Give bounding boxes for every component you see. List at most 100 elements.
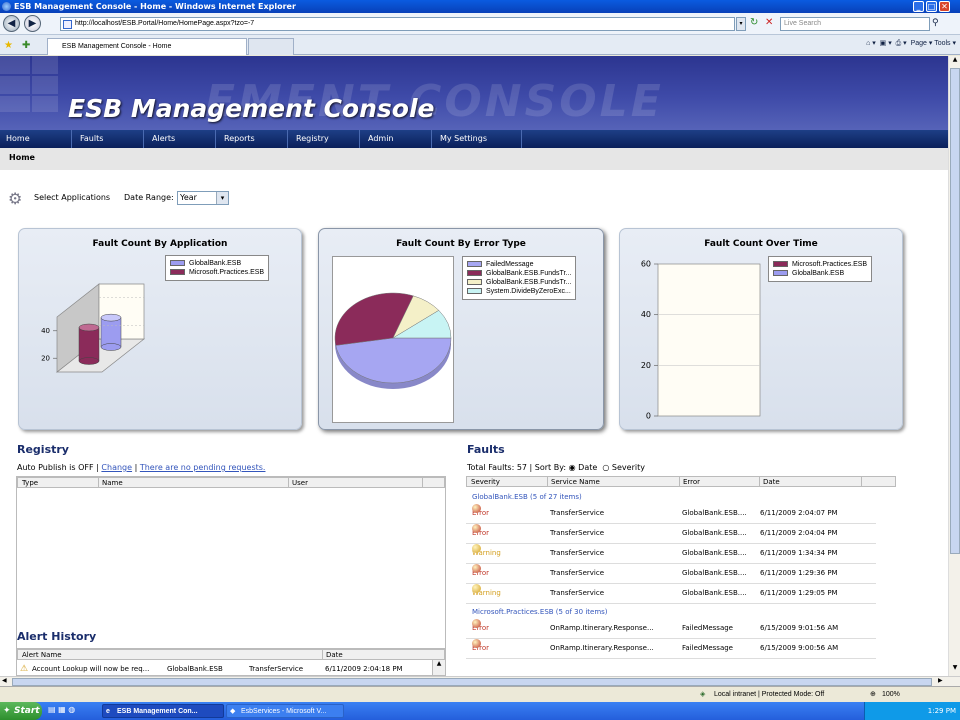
- alert-row[interactable]: ⚠ Account Lookup will now be req... Glob…: [17, 662, 431, 675]
- fault-group-header[interactable]: GlobalBank.ESB (5 of 27 items): [472, 493, 582, 501]
- column-severity[interactable]: Severity: [471, 477, 500, 487]
- scroll-left-icon[interactable]: ◀: [2, 677, 7, 684]
- start-label: Start: [14, 706, 40, 716]
- start-button[interactable]: ✦ Start: [0, 702, 42, 720]
- chart-legend: Microsoft.Practices.ESB GlobalBank.ESB: [768, 256, 873, 282]
- scroll-up-icon[interactable]: ▲: [950, 56, 960, 66]
- sort-severity-radio[interactable]: ○: [602, 463, 609, 472]
- live-search-input[interactable]: Live Search: [780, 17, 930, 31]
- y-tick-label: 20: [641, 361, 651, 370]
- fault-row[interactable]: Error OnRamp.Itinerary.Response... FailedM…: [466, 619, 876, 639]
- y-tick-label: 0: [646, 412, 651, 421]
- fault-date: 6/15/2009 9:01:56 AM: [760, 624, 839, 632]
- menu-my-settings[interactable]: My Settings: [432, 130, 522, 148]
- zoom-level[interactable]: 100%: [882, 687, 900, 702]
- fault-row[interactable]: Error TransferService GlobalBank.ESB.... 6/…: [466, 564, 876, 584]
- maximize-button[interactable]: □: [926, 1, 937, 12]
- fault-service: TransferService: [550, 549, 605, 557]
- menu-admin[interactable]: Admin: [360, 130, 432, 148]
- forward-button[interactable]: ▶: [24, 15, 41, 32]
- tab-bar: ★ ✚ ESB Management Console - Home ⌂ ▾ ▣ …: [0, 35, 960, 55]
- bar-Microsoft.Practices.ESB: [78, 327, 100, 362]
- error-icon: [472, 524, 481, 533]
- menu-reports[interactable]: Reports: [216, 130, 288, 148]
- column-date[interactable]: Date: [763, 477, 780, 487]
- fault-row[interactable]: Warning TransferService GlobalBank.ESB....…: [466, 584, 876, 604]
- panel-title: Fault Count By Error Type: [396, 239, 526, 249]
- favorites-star-icon[interactable]: ★: [4, 40, 13, 51]
- fault-row[interactable]: Warning TransferService GlobalBank.ESB....…: [466, 544, 876, 564]
- add-favorites-icon[interactable]: ✚: [22, 40, 30, 51]
- warning-icon: ⚠: [20, 664, 29, 674]
- task-esb-console[interactable]: e ESB Management Con...: [102, 704, 224, 718]
- minimize-button[interactable]: _: [913, 1, 924, 12]
- fault-error: GlobalBank.ESB....: [682, 569, 747, 577]
- new-tab-button[interactable]: [248, 38, 294, 55]
- fault-row[interactable]: Error OnRamp.Itinerary.Response... FailedM…: [466, 639, 876, 659]
- stop-icon[interactable]: ✕: [765, 17, 777, 31]
- y-tick-label: 20: [41, 354, 50, 362]
- url-input[interactable]: http://localhost/ESB.Portal/Home/HomePag…: [60, 17, 735, 31]
- fault-date: 6/11/2009 2:04:04 PM: [760, 529, 838, 537]
- sort-severity-label: Severity: [611, 463, 645, 472]
- tab-label: ESB Management Console - Home: [62, 43, 172, 50]
- fault-row[interactable]: Error TransferService GlobalBank.ESB.... 6/…: [466, 504, 876, 524]
- windows-logo-icon: ✦: [3, 706, 11, 716]
- search-icon[interactable]: ⚲: [932, 17, 946, 31]
- menu-faults[interactable]: Faults: [72, 130, 144, 148]
- horizontal-scroll-thumb[interactable]: [12, 678, 932, 686]
- menu-registry[interactable]: Registry: [288, 130, 360, 148]
- fault-severity: Warning: [472, 544, 501, 563]
- alert-scroll-up[interactable]: ▲: [432, 660, 445, 675]
- fault-group-header[interactable]: Microsoft.Practices.ESB (5 of 30 items): [472, 608, 608, 616]
- vertical-scroll-thumb[interactable]: [950, 68, 960, 554]
- print-icon[interactable]: ⎙ ▾: [896, 40, 907, 47]
- error-icon: [472, 564, 481, 573]
- main-menu: Home Faults Alerts Reports Registry Admi…: [0, 130, 948, 148]
- command-bar[interactable]: ⌂ ▾ ▣ ▾ ⎙ ▾ Page ▾ Tools ▾: [866, 39, 956, 48]
- menu-home[interactable]: Home: [0, 130, 72, 148]
- window-title-bar: ESB Management Console - Home - Windows …: [0, 0, 960, 13]
- column-service-name[interactable]: Service Name: [551, 477, 600, 487]
- refresh-icon[interactable]: ↻: [750, 17, 762, 31]
- zone-status[interactable]: Local intranet | Protected Mode: Off: [714, 687, 824, 702]
- chevron-down-icon[interactable]: ▾: [216, 192, 228, 204]
- scroll-down-icon[interactable]: ▼: [950, 664, 960, 674]
- select-applications-link[interactable]: Select Applications: [34, 188, 110, 208]
- vertical-scrollbar[interactable]: ▲ ▼: [948, 56, 960, 676]
- fault-date: 6/11/2009 1:29:05 PM: [760, 589, 838, 597]
- close-button[interactable]: ✕: [939, 1, 950, 12]
- commands-label[interactable]: Page ▾ Tools ▾: [911, 40, 956, 47]
- url-dropdown-icon[interactable]: ▾: [736, 17, 746, 31]
- alert-date: 6/11/2009 2:04:18 PM: [325, 665, 403, 673]
- date-range-select[interactable]: Year ▾: [177, 191, 229, 205]
- scroll-right-icon[interactable]: ▶: [938, 677, 943, 684]
- column-error[interactable]: Error: [683, 477, 700, 487]
- home-icon[interactable]: ⌂ ▾: [866, 40, 876, 47]
- column-alert-name[interactable]: Alert Name: [22, 650, 62, 660]
- menu-registry-label: Registry: [296, 134, 329, 143]
- feeds-icon[interactable]: ▣ ▾: [880, 40, 892, 47]
- zoom-icon[interactable]: ⊕: [870, 687, 876, 702]
- chart-legend: FailedMessage GlobalBank.ESB.FundsTr... …: [462, 256, 577, 300]
- task-esbservices[interactable]: ◆ EsbServices - Microsoft V...: [226, 704, 344, 718]
- bar-top: [78, 323, 100, 332]
- menu-alerts[interactable]: Alerts: [144, 130, 216, 148]
- tab-esb-console[interactable]: ESB Management Console - Home: [47, 38, 247, 55]
- quicklaunch-icons[interactable]: ▤ ▦ ◍: [48, 705, 75, 714]
- change-link[interactable]: Change: [101, 463, 132, 472]
- fault-date: 6/11/2009 2:04:07 PM: [760, 509, 838, 517]
- column-name[interactable]: Name: [102, 478, 123, 488]
- back-button[interactable]: ◀: [3, 15, 20, 32]
- registry-grid: Type Name User: [16, 476, 446, 676]
- fault-row[interactable]: Error TransferService GlobalBank.ESB.... 6/…: [466, 524, 876, 544]
- pending-requests-link[interactable]: There are no pending requests.: [140, 463, 266, 472]
- clock[interactable]: 1:29 PM: [928, 707, 956, 715]
- horizontal-scrollbar[interactable]: ◀ ▶: [0, 676, 960, 686]
- column-user[interactable]: User: [292, 478, 308, 488]
- column-type[interactable]: Type: [22, 478, 38, 488]
- column-date[interactable]: Date: [326, 650, 343, 660]
- legend-item: FailedMessage: [486, 261, 534, 268]
- gear-icon[interactable]: ⚙: [8, 190, 30, 208]
- sort-date-radio[interactable]: ◉: [569, 463, 576, 472]
